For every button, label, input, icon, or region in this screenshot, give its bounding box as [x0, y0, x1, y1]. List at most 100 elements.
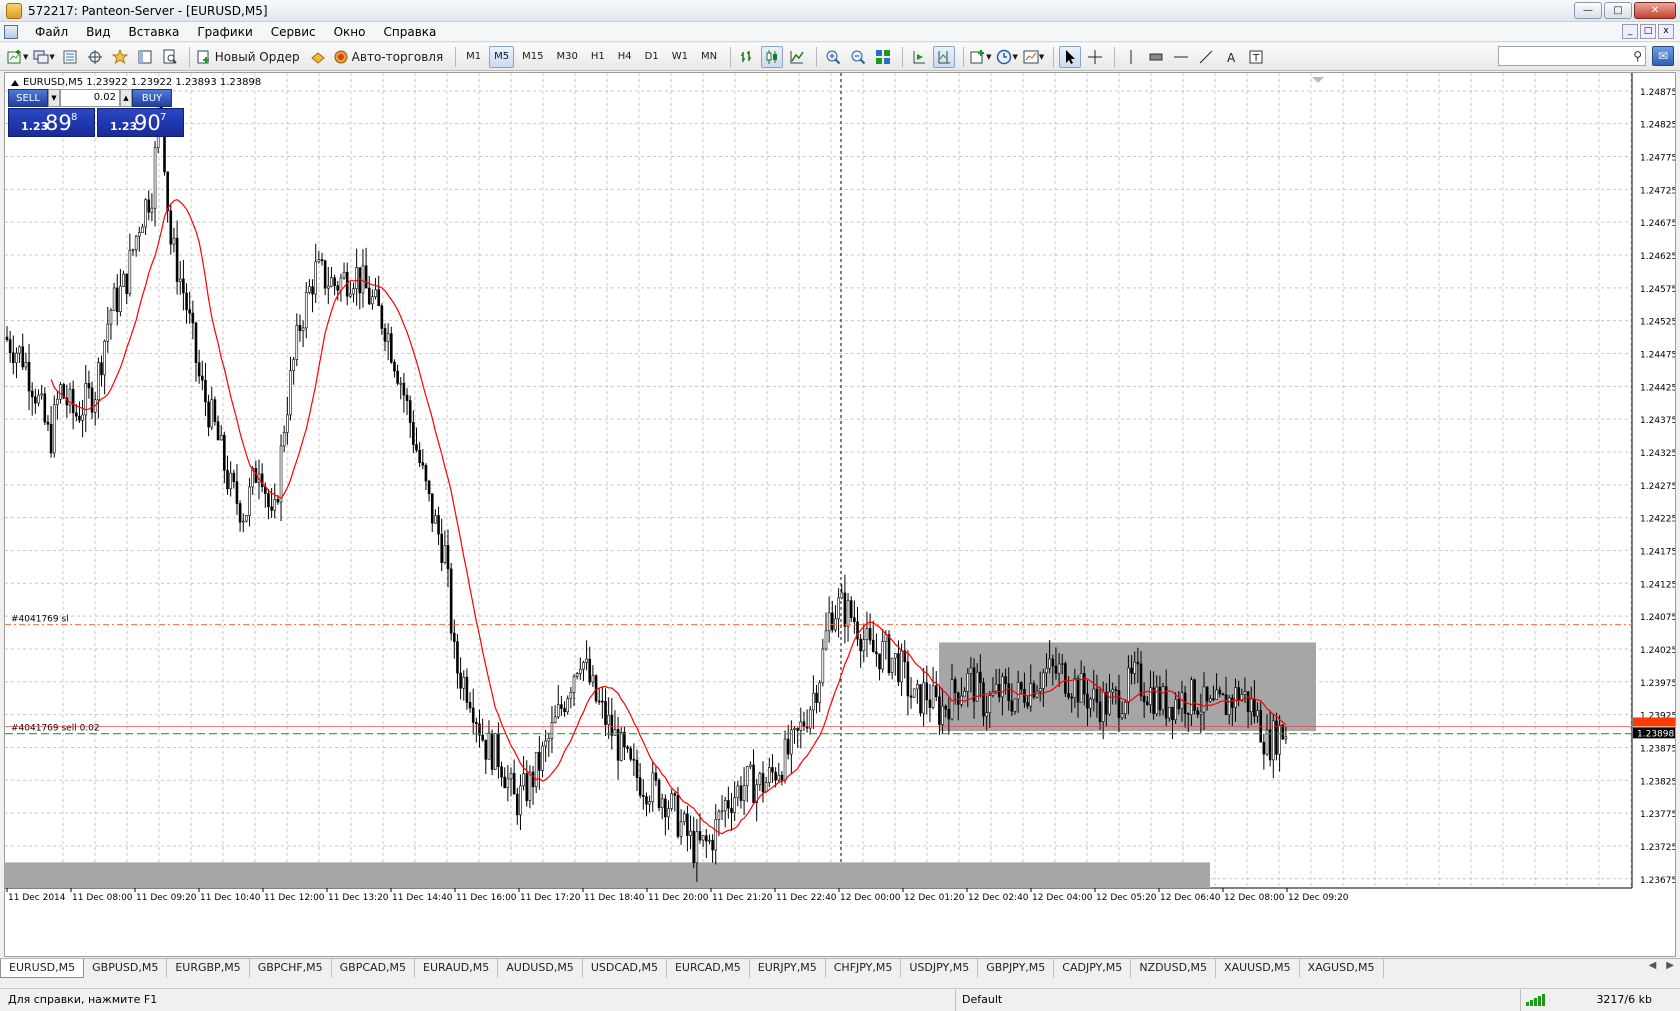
price-chart[interactable]: 1.24875 1.24825 1.24775 1.24725 1.24675 1.246… [5, 73, 1676, 957]
symbol-tab[interactable]: EURJPY,M5 [750, 959, 826, 978]
vertical-line-tool-button[interactable] [1120, 46, 1142, 68]
menu-charts[interactable]: Графики [188, 22, 261, 42]
templates-button[interactable]: ▼ [1022, 46, 1045, 68]
market-watch-button[interactable] [59, 46, 81, 68]
menu-insert[interactable]: Вставка [119, 22, 188, 42]
bar-chart-button[interactable] [736, 46, 758, 68]
symbol-tab[interactable]: AUDUSD,M5 [498, 959, 583, 978]
candle-body [134, 235, 138, 251]
volume-up-button[interactable]: ▲ [120, 89, 132, 107]
maximize-button[interactable]: □ [1604, 2, 1632, 19]
sell-button[interactable]: SELL [8, 89, 48, 107]
window-controls: — □ ✕ [1574, 2, 1676, 19]
horizontal-line-tool-button[interactable] [1170, 46, 1192, 68]
candle-body [1073, 678, 1077, 698]
symbol-tab[interactable]: USDJPY,M5 [901, 959, 979, 978]
symbol-tab[interactable]: CADJPY,M5 [1054, 959, 1132, 978]
candle-body [1246, 691, 1250, 712]
candle-body [925, 682, 929, 701]
text-label-tool-button[interactable]: T [1245, 46, 1267, 68]
period-w1-button[interactable]: W1 [667, 46, 693, 68]
symbol-tab[interactable]: XAUUSD,M5 [1216, 959, 1300, 978]
rectangle-tool-button[interactable] [1145, 46, 1167, 68]
crosshair-tool-button[interactable] [1084, 46, 1106, 68]
minimize-button[interactable]: — [1574, 2, 1602, 19]
symbol-tab[interactable]: EURCAD,M5 [667, 959, 750, 978]
chart-window[interactable]: 1.24875 1.24825 1.24775 1.24725 1.24675 1.246… [4, 72, 1676, 957]
metaeditor-button[interactable] [307, 46, 329, 68]
sell-price-box[interactable]: 1.23 89 8 [8, 108, 95, 137]
line-chart-button[interactable] [786, 46, 808, 68]
period-d1-button[interactable]: D1 [640, 46, 664, 68]
chart-window-icon[interactable] [4, 24, 18, 39]
period-h4-button[interactable]: H4 [613, 46, 637, 68]
volume-down-button[interactable]: ▼ [48, 89, 60, 107]
data-window-button[interactable] [84, 46, 106, 68]
zoom-in-button[interactable] [822, 46, 844, 68]
tab-scroll-right-icon[interactable]: ▶ [1666, 960, 1674, 971]
tab-scroll-left-icon[interactable]: ◀ [1649, 960, 1657, 971]
candle-body [131, 249, 135, 252]
symbol-tab[interactable]: CHFJPY,M5 [826, 959, 902, 978]
mdi-close-button[interactable]: x [1658, 24, 1674, 39]
text-tool-button[interactable]: A [1220, 46, 1242, 68]
buy-button[interactable]: BUY [132, 89, 172, 107]
period-m15-button[interactable]: M15 [517, 46, 548, 68]
symbol-tab[interactable]: GBPJPY,M5 [978, 959, 1055, 978]
search-input[interactable]: ⚲ [1498, 46, 1646, 66]
symbol-tab[interactable]: XAGUSD,M5 [1300, 959, 1384, 978]
candle-body [686, 813, 689, 836]
chart-shift-button[interactable] [933, 45, 956, 68]
new-order-button[interactable]: Новый Ордер [195, 46, 304, 68]
navigator-star-icon [111, 48, 128, 64]
zoom-out-button[interactable] [847, 46, 869, 68]
menu-window[interactable]: Окно [325, 22, 375, 42]
symbol-tab[interactable]: GBPUSD,M5 [84, 959, 168, 978]
symbol-tab[interactable]: EURUSD,M5 [0, 959, 85, 978]
indicators-button[interactable]: ▼ [969, 46, 992, 68]
symbol-tab[interactable]: GBPCAD,M5 [332, 959, 416, 978]
navigator-button[interactable] [109, 46, 131, 68]
autotrading-button[interactable]: Авто-торговля [332, 46, 448, 68]
tester-button[interactable] [159, 46, 181, 68]
period-mn-button[interactable]: MN [696, 46, 722, 68]
mdi-minimize-button[interactable]: _ [1622, 24, 1638, 39]
period-h1-button[interactable]: H1 [586, 46, 610, 68]
tile-windows-button[interactable] [872, 46, 894, 68]
mdi-restore-button[interactable]: □ [1640, 24, 1656, 39]
search-icon[interactable]: ⚲ [1633, 49, 1642, 63]
autoscroll-button[interactable] [908, 46, 930, 68]
candlestick-chart-button[interactable] [761, 45, 784, 68]
symbol-tab[interactable]: EURAUD,M5 [415, 959, 499, 978]
menu-file[interactable]: Файл [26, 22, 77, 42]
candle-body [434, 515, 437, 524]
period-m1-button[interactable]: M1 [461, 46, 486, 68]
status-profile[interactable]: Default [955, 989, 1245, 1011]
candle-body [260, 473, 264, 488]
symbol-tab[interactable]: GBPCHF,M5 [250, 959, 332, 978]
close-button[interactable]: ✕ [1634, 2, 1676, 19]
collapse-triangle-icon[interactable] [11, 79, 19, 86]
symbol-tab[interactable]: EURGBP,M5 [167, 959, 250, 978]
terminal-button[interactable] [134, 46, 156, 68]
trendline-tool-button[interactable] [1195, 46, 1217, 68]
buy-price-box[interactable]: 1.23 90 7 [97, 108, 184, 137]
candle-body [544, 740, 547, 747]
candle-body [235, 481, 239, 504]
symbol-tab[interactable]: USDCAD,M5 [583, 959, 667, 978]
period-m30-button[interactable]: M30 [552, 46, 583, 68]
menu-help[interactable]: Справка [375, 22, 446, 42]
symbol-tab[interactable]: NZDUSD,M5 [1131, 959, 1217, 978]
volume-input[interactable]: 0.02 [60, 89, 120, 107]
new-chart-button[interactable]: ▼ [6, 46, 29, 68]
candle-body [651, 772, 655, 802]
menu-tools[interactable]: Сервис [262, 22, 325, 42]
profiles-button[interactable]: ▼ [32, 46, 55, 68]
app-icon [6, 2, 22, 19]
cursor-tool-button[interactable] [1059, 45, 1082, 68]
period-m5-button[interactable]: M5 [489, 45, 515, 68]
menu-view[interactable]: Вид [77, 22, 119, 42]
periods-button[interactable]: ▼ [995, 46, 1018, 68]
notifications-button[interactable]: ✉ [1652, 46, 1674, 66]
candle-body [314, 261, 318, 295]
